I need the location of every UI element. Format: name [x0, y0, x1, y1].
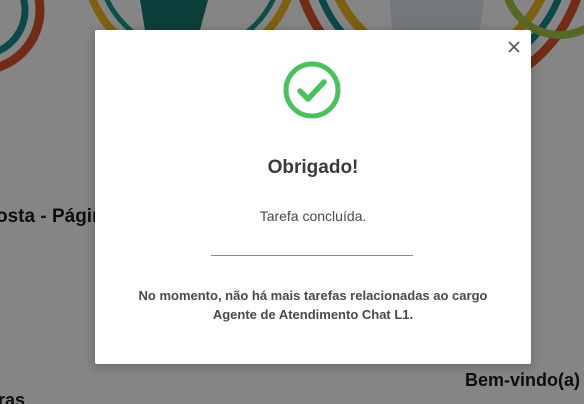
check-circle-icon	[283, 61, 341, 119]
dialog-message-line-1: No momento, não há mais tarefas relacion…	[138, 288, 488, 303]
divider	[211, 255, 413, 256]
dialog-message: No momento, não há mais tarefas relacion…	[115, 286, 511, 324]
close-button[interactable]	[505, 38, 523, 56]
dialog-title: Obrigado!	[267, 157, 359, 178]
dialog-message-line-2: Agente de Atendimento Chat L1.	[212, 307, 414, 322]
close-icon	[508, 41, 520, 53]
dialog-subtitle: Tarefa concluída.	[259, 208, 367, 224]
task-complete-dialog: Obrigado! Tarefa concluída. No momento, …	[95, 30, 531, 364]
